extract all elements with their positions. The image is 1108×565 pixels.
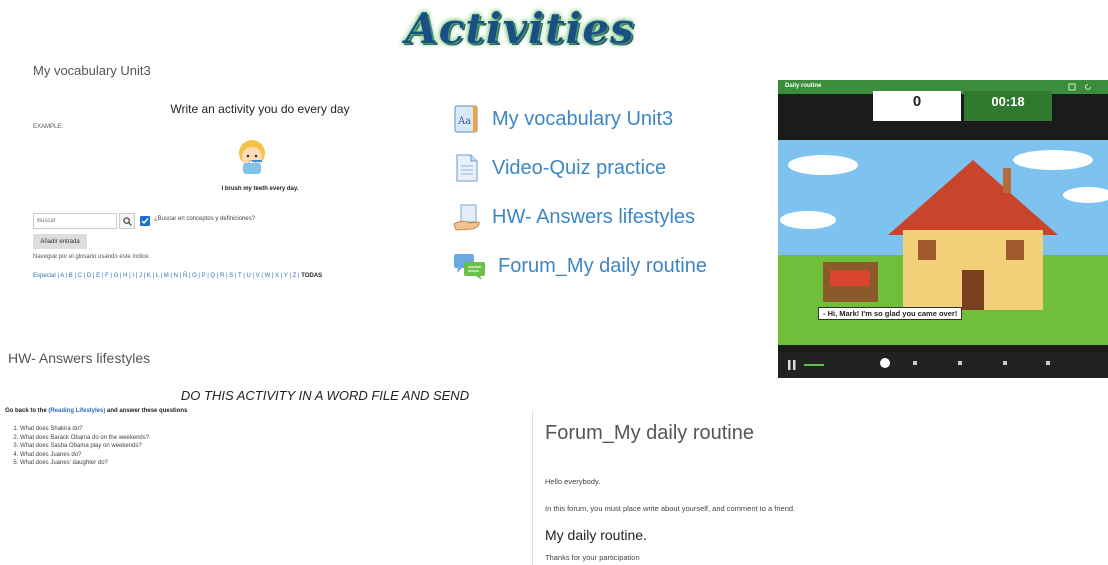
search-button[interactable] [119, 213, 135, 229]
glossary-search-input[interactable] [33, 213, 117, 229]
timeline-marker[interactable] [958, 361, 962, 365]
list-item: What does Barack Obama do on the weekend… [20, 434, 149, 443]
browse-hint: Navegue por el glosario usando este índi… [33, 254, 151, 260]
list-item: What does Shakira do? [20, 425, 149, 434]
video-player[interactable]: Daily routine 0 00:18 - Hi, Mark! I'm so… [778, 80, 1108, 378]
add-entry-button[interactable]: Añadir entrada [33, 234, 87, 249]
example-label: EXAMPLE: [33, 124, 64, 130]
activity-forum-link[interactable]: Forum_My daily routine [452, 251, 707, 281]
activity-label[interactable]: Video-Quiz practice [492, 157, 666, 180]
forum-greeting: Hello everybody. [545, 477, 601, 486]
list-item: What does Juanes do? [20, 451, 149, 460]
hw-heading: HW- Answers lifestyles [8, 350, 151, 366]
list-item: What does Juanes' daughter do? [20, 459, 149, 468]
timeline-marker[interactable] [913, 361, 917, 365]
kid-brushing-teeth-icon [232, 136, 272, 176]
timer-value: 00:18 [991, 94, 1025, 109]
pause-icon[interactable] [788, 360, 796, 370]
activity-videoquiz-link[interactable]: Video-Quiz practice [452, 153, 666, 183]
search-icon [122, 216, 132, 226]
forum-body: In this forum, you must place write abou… [545, 504, 796, 513]
alphabet-all[interactable]: TODAS [301, 273, 322, 279]
list-item: What does Sasha Obama play on weekends? [20, 442, 149, 451]
alphabet-letters[interactable]: Especial | A | B | C | D | E | F | G | H… [33, 273, 300, 279]
timeline-marker[interactable] [880, 358, 890, 368]
hw-instruction: DO THIS ACTIVITY IN A WORD FILE AND SEND [180, 388, 470, 403]
hw-intro-pre: Go back to the [5, 408, 47, 414]
timeline-marker[interactable] [1046, 361, 1050, 365]
forum-heading: Forum_My daily routine [545, 422, 754, 444]
divider [532, 410, 533, 565]
score-value: 0 [912, 93, 922, 110]
forum-chat-icon [454, 254, 485, 280]
video-controls[interactable] [778, 352, 1108, 378]
reading-lifestyles-link[interactable]: (Reading Lifestyles) [48, 408, 105, 414]
activity-homework-link[interactable]: HW- Answers lifestyles [452, 202, 695, 232]
check-icon [141, 218, 149, 225]
volume-slider[interactable] [804, 364, 824, 366]
alphabet-index[interactable]: Especial | A | B | C | D | E | F | G | H… [33, 273, 322, 279]
activity-label[interactable]: HW- Answers lifestyles [492, 206, 695, 229]
hand-paper-icon [453, 204, 480, 231]
timeline-marker[interactable] [1003, 361, 1007, 365]
hw-intro-post: and answer these questions [107, 408, 188, 414]
document-icon [456, 154, 478, 182]
vocab-heading: My vocabulary Unit3 [33, 63, 151, 78]
vocab-prompt: Write an activity you do every day [170, 102, 350, 116]
activity-vocabulary-link[interactable]: Aa My vocabulary Unit3 [452, 104, 673, 134]
video-title: Daily routine [785, 83, 822, 89]
video-caption: - Hi, Mark! I'm so glad you came over! [818, 307, 963, 320]
timer-display: 00:18 [964, 91, 1052, 121]
concept-checkbox-label: ¿Buscar en conceptos y definiciones? [154, 216, 256, 222]
hw-question-list: What does Shakira do? What does Barack O… [10, 425, 149, 468]
fullscreen-icon[interactable] [1068, 83, 1076, 91]
score-display: 0 [873, 91, 961, 121]
activity-label[interactable]: Forum_My daily routine [498, 255, 707, 278]
forum-subheading: My daily routine. [545, 527, 647, 543]
restart-icon[interactable] [1084, 83, 1092, 91]
page-title: Activities [405, 4, 635, 53]
activity-label[interactable]: My vocabulary Unit3 [492, 108, 673, 131]
forum-thanks: Thanks for your participation [545, 553, 640, 562]
example-sentence: I brush my teeth every day. [221, 186, 299, 192]
hw-intro: Go back to the (Reading Lifestyles) and … [5, 408, 187, 414]
svg-text:Aa: Aa [457, 116, 471, 127]
dictionary-icon: Aa [454, 105, 478, 133]
concept-checkbox[interactable] [140, 216, 150, 226]
